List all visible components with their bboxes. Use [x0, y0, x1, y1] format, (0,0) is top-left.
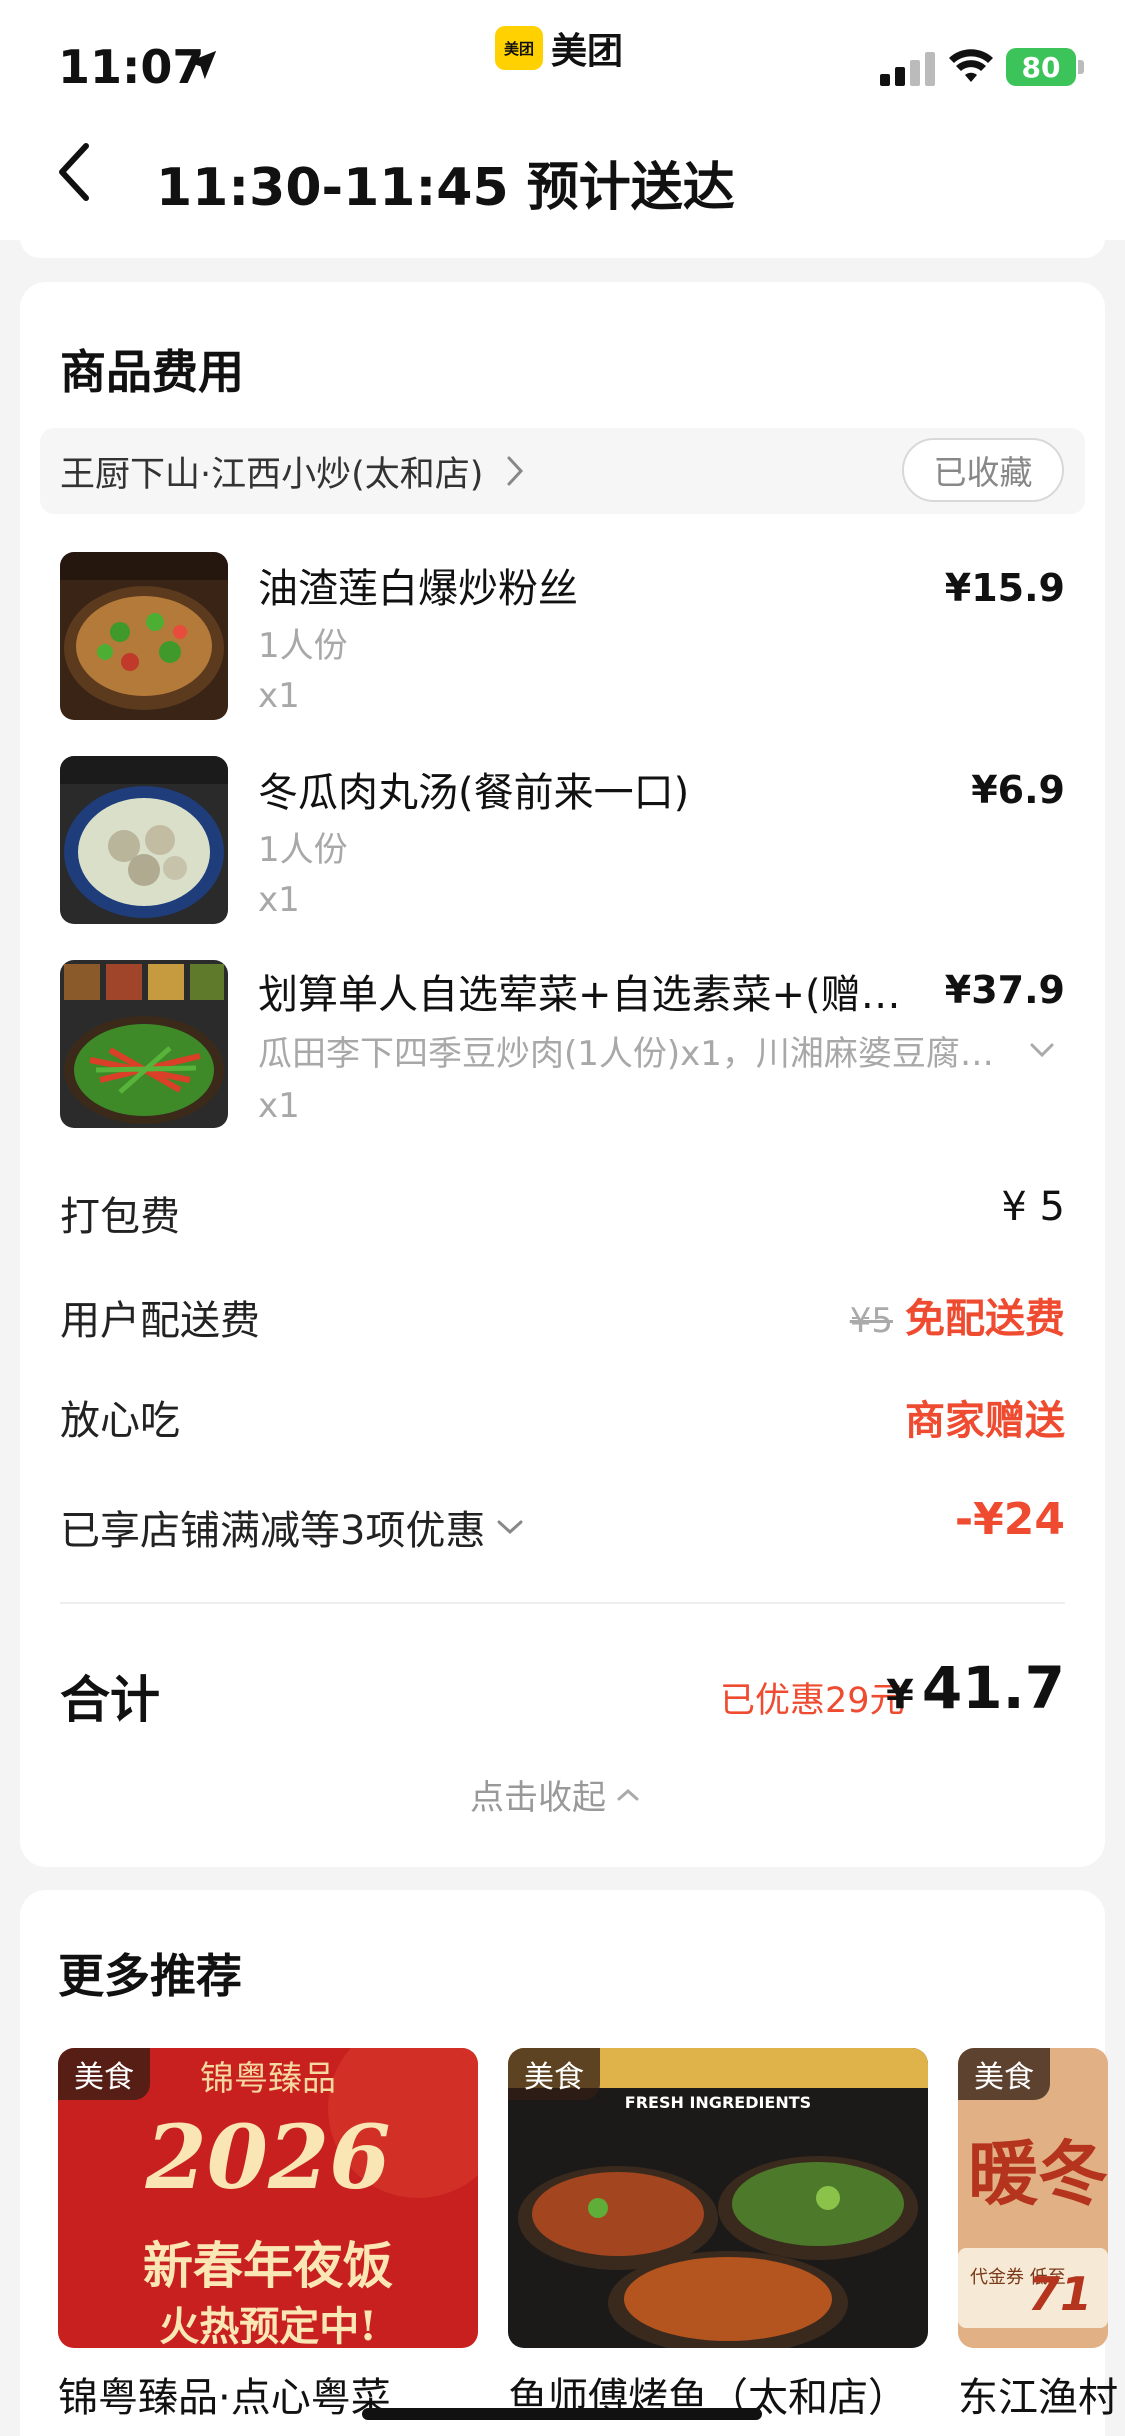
original-delivery-fee: ¥5 — [849, 1301, 893, 1341]
page-title: 11:30-11:45 预计送达 — [156, 158, 735, 218]
item-quantity: x1 — [258, 676, 300, 716]
wifi-icon — [949, 49, 993, 82]
discount-value: -¥24 — [954, 1494, 1065, 1545]
assurance-label: 放心吃 — [60, 1398, 180, 1444]
recommend-name[interactable]: 锦粤臻品·点心粤菜 — [58, 2365, 391, 2423]
item-options: 瓜田李下四季豆炒肉(1人份)x1，川湘麻婆豆腐… — [258, 1034, 994, 1074]
free-delivery-label: 免配送费 — [905, 1296, 1065, 1342]
battery-indicator: 80 — [1006, 48, 1076, 86]
item-thumbnail[interactable] — [60, 552, 228, 720]
total-amount: 41.7 — [921, 1654, 1065, 1722]
promo-price: 71 — [1028, 2267, 1092, 2321]
category-badge: 美食 — [958, 2048, 1050, 2100]
chevron-up-icon[interactable] — [616, 1787, 640, 1803]
discount-row[interactable]: 已享店铺满减等3项优惠 — [60, 1498, 525, 1556]
item-name: 冬瓜肉丸汤(餐前来一口) — [258, 770, 690, 816]
delivery-fee-label: 用户配送费 — [60, 1298, 260, 1344]
dish-image-icon — [60, 756, 228, 924]
item-thumbnail[interactable] — [60, 960, 228, 1128]
promo-year: 2026 — [145, 2105, 391, 2209]
promo-line2: 火热预定中! — [159, 2303, 377, 2348]
item-portion: 1人份 — [258, 626, 348, 666]
collapse-label[interactable]: 点击收起 — [470, 1770, 606, 1819]
promo-tagline: FRESH INGREDIENTS — [625, 2093, 811, 2112]
item-quantity: x1 — [258, 880, 300, 920]
recommend-name[interactable]: 东江渔村 — [958, 2365, 1118, 2423]
recommend-card[interactable]: FRESH INGREDIENTS 美食 — [508, 2048, 928, 2348]
item-name: 划算单人自选荤菜+自选素菜+(赠饮… — [258, 972, 938, 1018]
recommend-card[interactable]: 锦粤臻品 2026 新春年夜饭 火热预定中! 美食 — [58, 2048, 478, 2348]
back-arrow-icon[interactable] — [52, 140, 96, 204]
saved-amount: 已优惠29元 — [720, 1681, 905, 1721]
currency-symbol: ¥ — [886, 1672, 914, 1718]
chevron-right-icon[interactable] — [506, 455, 524, 487]
category-badge: 美食 — [508, 2048, 600, 2100]
assurance-value: 商家赠送 — [905, 1398, 1065, 1444]
meituan-logo-icon: 美团 — [495, 26, 543, 70]
discount-label[interactable]: 已享店铺满减等3项优惠 — [60, 1498, 485, 1556]
recommend-card[interactable]: 暖冬 代金券 低至 71 美食 — [958, 2048, 1108, 2348]
item-price: ¥15.9 — [944, 566, 1065, 610]
chevron-down-icon[interactable] — [1028, 1040, 1056, 1060]
dish-image-icon — [60, 552, 228, 720]
item-portion: 1人份 — [258, 830, 348, 870]
cellular-signal-icon — [880, 52, 935, 86]
delivery-fee-value: ¥5 免配送费 — [850, 1286, 1065, 1344]
item-price: ¥37.9 — [944, 968, 1065, 1012]
previous-card-edge — [20, 238, 1105, 258]
chevron-down-icon[interactable] — [495, 1517, 525, 1537]
item-price: ¥6.9 — [971, 768, 1065, 812]
location-arrow-icon — [187, 50, 217, 80]
dish-image-icon — [60, 960, 228, 1128]
app-name: 美团 — [551, 31, 624, 72]
item-name: 油渣莲白爆炒粉丝 — [258, 566, 578, 612]
status-time: 11:07 — [58, 40, 205, 94]
item-quantity: x1 — [258, 1086, 300, 1126]
store-name[interactable]: 王厨下山·江西小炒(太和店) — [60, 446, 483, 497]
promo-brand: 锦粤臻品 — [200, 2059, 336, 2099]
promo-line1: 新春年夜饭 — [143, 2236, 393, 2295]
recommendations-title: 更多推荐 — [58, 1949, 242, 2003]
collapse-button[interactable]: 点击收起 — [470, 1770, 640, 1819]
packing-fee-value: ¥ 5 — [1001, 1184, 1065, 1230]
section-title: 商品费用 — [60, 345, 244, 399]
total-label: 合计 — [60, 1671, 160, 1729]
home-indicator[interactable] — [362, 2408, 762, 2420]
battery-tip — [1078, 60, 1084, 74]
promo-line1: 暖冬 — [968, 2132, 1108, 2215]
total-price: ¥41.7 — [886, 1654, 1065, 1722]
item-thumbnail[interactable] — [60, 756, 228, 924]
divider — [60, 1602, 1065, 1604]
favorited-button[interactable]: 已收藏 — [902, 438, 1064, 502]
packing-fee-label: 打包费 — [60, 1194, 180, 1240]
category-badge: 美食 — [58, 2048, 150, 2100]
app-badge: 美团 美团 — [495, 26, 623, 72]
